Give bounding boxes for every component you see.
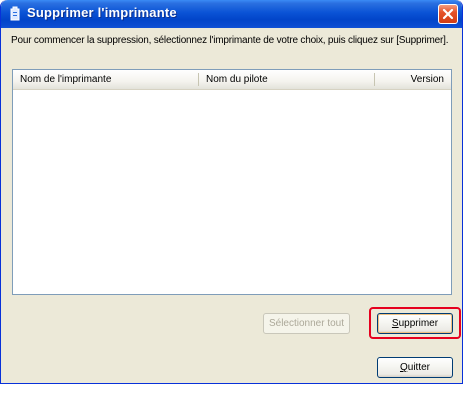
window-title: Supprimer l'imprimante — [27, 5, 177, 20]
column-header-version[interactable]: Version — [375, 70, 451, 89]
title-bar[interactable]: Supprimer l'imprimante — [1, 0, 462, 28]
list-rows — [13, 90, 451, 294]
list-header: Nom de l'imprimante Nom du pilote Versio… — [13, 70, 451, 90]
column-header-printer-name[interactable]: Nom de l'imprimante — [13, 70, 199, 89]
instruction-text: Pour commencer la suppression, sélection… — [11, 35, 449, 46]
quit-button[interactable]: Quitter — [377, 357, 453, 378]
select-all-button[interactable]: Sélectionner tout — [263, 313, 350, 334]
printer-list[interactable]: Nom de l'imprimante Nom du pilote Versio… — [12, 69, 452, 295]
printer-delete-icon — [8, 6, 22, 21]
close-icon — [442, 8, 454, 20]
delete-button[interactable]: Supprimer — [377, 313, 453, 334]
close-button[interactable] — [438, 4, 458, 24]
delete-printer-dialog: Supprimer l'imprimante Pour commencer la… — [0, 0, 463, 384]
column-header-driver-name[interactable]: Nom du pilote — [199, 70, 375, 89]
